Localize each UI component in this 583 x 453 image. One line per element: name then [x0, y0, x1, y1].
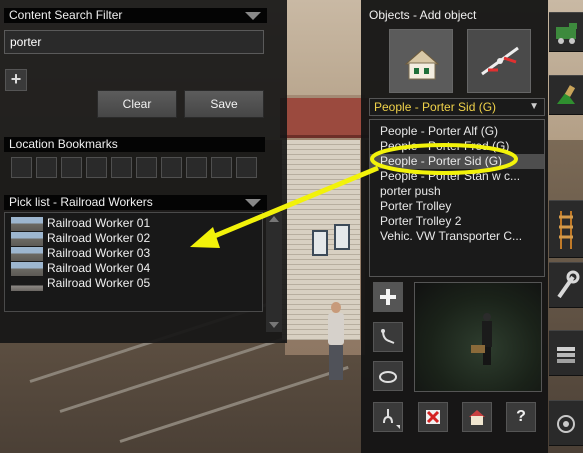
list-item[interactable]: Railroad Worker 03	[9, 246, 262, 261]
bookmark-slot[interactable]	[86, 157, 107, 178]
search-filter-title: Content Search Filter	[4, 8, 267, 23]
station-roof	[280, 98, 372, 138]
bookmark-slot[interactable]	[161, 157, 182, 178]
building-window	[334, 224, 350, 250]
search-input[interactable]: porter	[4, 30, 264, 54]
bookmark-slot[interactable]	[136, 157, 157, 178]
worker-thumbnail	[11, 232, 43, 246]
figure-body	[328, 313, 344, 345]
object-info-icon	[469, 410, 485, 425]
clear-button[interactable]: Clear	[97, 90, 177, 118]
list-item[interactable]: People - Porter Alf (G)	[370, 124, 544, 139]
object-preview	[414, 282, 542, 392]
rotate-ring-icon	[379, 371, 397, 383]
list-item[interactable]: People - Porter Fred (G)	[370, 139, 544, 154]
figure-head	[331, 302, 341, 313]
left-panel: Content Search Filter porter + Clear Sav…	[0, 0, 287, 343]
drag-handle-icon	[383, 409, 400, 429]
bookmark-slot[interactable]	[236, 157, 257, 178]
list-item[interactable]: Porter Trolley 2	[370, 214, 544, 229]
plus-icon	[380, 289, 396, 305]
worker-thumbnail	[11, 262, 43, 276]
layers-icon	[557, 347, 575, 363]
picklist-title: Pick list - Railroad Workers	[4, 195, 267, 210]
help-icon: ?	[516, 408, 526, 425]
bookmark-slot[interactable]	[186, 157, 207, 178]
bookmark-slot[interactable]	[111, 157, 132, 178]
add-object-tool[interactable]	[389, 29, 453, 93]
drag-tool-button[interactable]	[373, 402, 403, 432]
dropdown-value: People - Porter Sid (G)	[374, 100, 497, 114]
list-item[interactable]: Porter Trolley	[370, 199, 544, 214]
track-tool[interactable]	[549, 200, 583, 258]
bookmarks-title: Location Bookmarks	[4, 137, 265, 152]
terrain-tool[interactable]	[549, 75, 583, 115]
rotate-tool-button[interactable]	[373, 361, 403, 391]
picklist-list: Railroad Worker 01 Railroad Worker 02 Ra…	[4, 212, 263, 312]
building-window	[312, 230, 328, 256]
list-item-label: Railroad Worker 05	[47, 276, 151, 290]
objects-title: Objects - Add object	[369, 8, 477, 22]
worker-thumbnail	[11, 277, 43, 291]
pick-hook-icon	[381, 329, 395, 344]
collapse-search-icon[interactable]	[245, 12, 261, 20]
scroll-up-icon[interactable]	[269, 216, 279, 222]
settings-tool[interactable]	[549, 400, 583, 446]
figure-legs	[329, 345, 343, 380]
save-button[interactable]: Save	[184, 90, 264, 118]
porter-figure	[325, 302, 347, 380]
list-item[interactable]: Railroad Worker 01	[9, 216, 262, 231]
list-item[interactable]: porter push	[370, 184, 544, 199]
rail-switch-icon	[481, 46, 519, 76]
list-item-label: Railroad Worker 01	[47, 216, 151, 230]
object-list: People - Porter Alf (G) People - Porter …	[369, 119, 545, 277]
objects-panel: Objects - Add object People - Porter Sid…	[361, 0, 548, 453]
list-item[interactable]: Railroad Worker 02	[9, 231, 262, 246]
tools-tool[interactable]	[549, 262, 583, 308]
worker-thumbnail	[11, 247, 43, 261]
object-info-button[interactable]	[462, 402, 492, 432]
list-item[interactable]: Railroad Worker 04	[9, 261, 262, 276]
track-object-tool[interactable]	[467, 29, 531, 93]
list-item[interactable]: Railroad Worker 05	[9, 276, 262, 291]
list-item-label: Railroad Worker 04	[47, 261, 151, 275]
object-category-dropdown[interactable]: People - Porter Sid (G) ▼	[369, 98, 545, 116]
list-item[interactable]: Vehic. VW Transporter C...	[370, 229, 544, 244]
help-button[interactable]: ?	[506, 402, 536, 432]
worker-thumbnail	[11, 217, 43, 231]
add-button[interactable]	[373, 282, 403, 312]
scroll-down-icon[interactable]	[269, 322, 279, 328]
bookmark-slot[interactable]	[61, 157, 82, 178]
house-icon	[404, 49, 440, 80]
list-item-label: Railroad Worker 03	[47, 246, 151, 260]
bookmark-slot[interactable]	[36, 157, 57, 178]
delete-icon	[426, 410, 440, 424]
pick-tool-button[interactable]	[373, 322, 403, 352]
bookmark-slot[interactable]	[211, 157, 232, 178]
train-icon	[556, 23, 577, 44]
wrench-icon	[557, 270, 580, 299]
list-item-selected[interactable]: People - Porter Sid (G)	[370, 154, 544, 169]
station-building	[282, 140, 360, 340]
porter-preview-figure	[471, 313, 492, 365]
train-tool[interactable]	[549, 12, 583, 52]
chevron-down-icon: ▼	[529, 101, 539, 112]
settings-dial-icon	[557, 415, 575, 433]
track-icon	[559, 211, 573, 249]
terrain-paint-icon	[557, 85, 576, 104]
list-item[interactable]: People - Porter Stan w c...	[370, 169, 544, 184]
delete-button[interactable]	[418, 402, 448, 432]
list-item-label: Railroad Worker 02	[47, 231, 151, 245]
bookmark-slot[interactable]	[11, 157, 32, 178]
add-filter-button[interactable]: +	[5, 69, 27, 91]
layers-tool[interactable]	[549, 330, 583, 376]
collapse-picklist-icon[interactable]	[245, 199, 261, 207]
picklist-scrollbar[interactable]	[266, 212, 282, 332]
